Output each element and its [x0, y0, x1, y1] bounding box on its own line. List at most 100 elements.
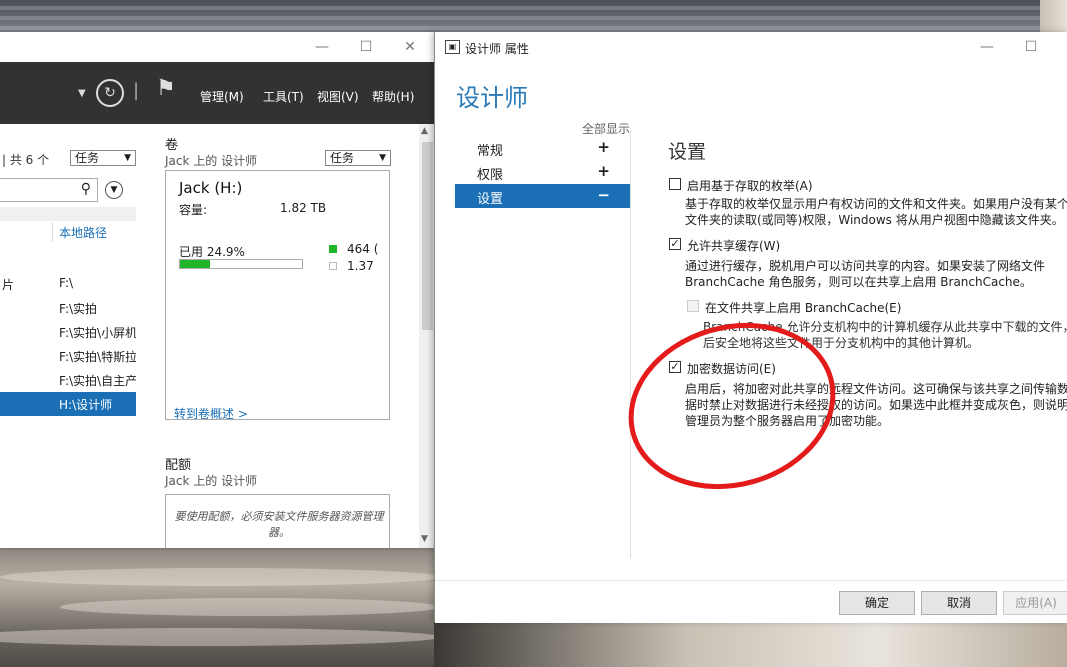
table-row-selected[interactable]: H:\设计师	[0, 392, 136, 416]
menu-view[interactable]: 视图(V)	[317, 88, 359, 105]
share-path: F:\实拍\自主产	[59, 374, 136, 388]
nav-item-settings[interactable]: 设置 −	[455, 184, 630, 208]
used-legend-swatch	[329, 245, 337, 253]
nav-item-general[interactable]: 常规 +	[455, 136, 630, 160]
menu-help[interactable]: 帮助(H)	[372, 88, 414, 105]
ok-button[interactable]: 确定	[839, 591, 915, 615]
quota-message: 要使用配额，必须安装文件服务器资源管理器。	[174, 510, 384, 539]
option-description: 文件夹的读取(或同等)权限，Windows 将从用户视图中隐藏该文件夹。	[685, 213, 1064, 227]
volume-panel: 卷 Jack 上的 设计师 任务 ▼ Jack (H:) 容量: 1.82 TB…	[165, 124, 420, 548]
minimize-button[interactable]: —	[977, 38, 997, 56]
table-row[interactable]: F:\实拍\自主产	[0, 368, 136, 392]
column-header-local-path[interactable]: 本地路径	[59, 224, 107, 241]
desktop-background-top	[0, 0, 1067, 36]
dialog-titlebar: ▣ 设计师 属性 — ☐	[435, 32, 1067, 62]
server-manager-window: — ☐ ✕ ▼ ↻ | ⚑ 管理(M) 工具(T) 视图(V) 帮助(H) | …	[0, 32, 436, 548]
branchcache-checkbox[interactable]	[687, 300, 699, 312]
used-percent-label: 已用 24.9%	[179, 245, 245, 259]
close-button[interactable]: ✕	[400, 38, 420, 56]
expand-options-icon[interactable]: ▼	[105, 181, 123, 199]
menu-manage[interactable]: 管理(M)	[200, 88, 244, 105]
shares-panel: | 共 6 个 任务 ▼ ⚲ ▼ 本地路径 片 F:\ F:\实拍 F:\实拍\…	[0, 124, 136, 548]
maximize-button[interactable]: ☐	[1021, 38, 1041, 56]
table-row[interactable]: F:\实拍	[0, 296, 136, 320]
free-legend-swatch	[329, 262, 337, 270]
share-path: F:\实拍	[59, 302, 98, 316]
share-path: F:\实拍\特斯拉	[59, 350, 136, 364]
volume-tasks-label: 任务	[330, 151, 355, 165]
volume-tasks-button[interactable]: 任务 ▼	[325, 150, 391, 166]
shares-header-bar	[0, 207, 136, 221]
nav-item-permissions[interactable]: 权限 +	[455, 160, 630, 184]
free-legend-value: 1.37	[347, 259, 374, 273]
shares-tasks-label: 任务	[75, 151, 100, 165]
server-manager-titlebar: — ☐ ✕	[0, 32, 436, 62]
settings-title: 设置	[668, 141, 707, 163]
option-description: 基于存取的枚举仅显示用户有权访问的文件和文件夹。如果用户没有某个	[685, 197, 1067, 211]
share-properties-dialog: ▣ 设计师 属性 — ☐ 设计师 全部显示 常规 + 权限 + 设置 − 设置 …	[434, 32, 1067, 623]
expand-plus-icon: +	[597, 138, 610, 156]
chevron-down-icon: ▼	[379, 153, 386, 163]
shares-filter-input[interactable]: ⚲	[0, 178, 98, 202]
search-icon: ⚲	[80, 181, 91, 197]
server-manager-toolbar: ▼ ↻ | ⚑ 管理(M) 工具(T) 视图(V) 帮助(H)	[0, 62, 436, 124]
scrollbar-thumb[interactable]	[422, 142, 433, 330]
server-app-icon: ▣	[445, 40, 460, 54]
nav-divider	[630, 130, 631, 558]
expand-plus-icon: +	[597, 162, 610, 180]
table-row[interactable]: 片 F:\	[0, 272, 136, 296]
volume-section-title: 卷	[165, 138, 179, 153]
quota-section-title: 配额	[165, 458, 192, 473]
usage-bar-fill	[180, 260, 211, 268]
dialog-heading: 设计师	[456, 84, 528, 112]
show-all-link[interactable]: 全部显示	[582, 120, 630, 137]
scroll-down-icon[interactable]: ▼	[421, 534, 428, 544]
allow-caching-checkbox[interactable]: ✓	[669, 238, 681, 250]
used-legend-value: 464 (	[347, 242, 379, 256]
nav-item-label: 常规	[477, 144, 504, 159]
access-based-enumeration-checkbox[interactable]	[669, 178, 681, 190]
share-path: F:\实拍\小屏机	[59, 326, 136, 340]
collapse-minus-icon: −	[597, 186, 610, 204]
menu-tools[interactable]: 工具(T)	[263, 88, 304, 105]
volume-card: Jack (H:) 容量: 1.82 TB 已用 24.9% 464 ( 1.3…	[165, 170, 390, 422]
notifications-flag-icon[interactable]: ⚑	[156, 76, 176, 101]
maximize-button[interactable]: ☐	[356, 38, 376, 56]
desktop-background-bottom	[0, 548, 440, 667]
column-divider	[52, 222, 53, 242]
option-description: BranchCache 角色服务，则可以在共享上启用 BranchCache。	[685, 275, 1032, 289]
usage-bar	[179, 259, 303, 269]
dialog-button-bar: 确定 取消 应用(A)	[435, 580, 1067, 623]
dialog-title: 设计师 属性	[465, 42, 529, 56]
nav-item-label: 设置	[477, 192, 504, 207]
nav-item-label: 权限	[477, 168, 504, 183]
toolbar-separator: |	[133, 80, 140, 101]
apply-button[interactable]: 应用(A)	[1003, 591, 1067, 615]
cancel-button[interactable]: 取消	[921, 591, 997, 615]
share-name: 片	[2, 278, 15, 292]
volume-section-subtitle: Jack 上的 设计师	[165, 154, 258, 168]
chevron-down-icon[interactable]: ▼	[78, 88, 86, 99]
capacity-label: 容量:	[179, 203, 208, 217]
go-to-volume-overview-link[interactable]: 转到卷概述 >	[174, 405, 248, 422]
checkbox-label: 允许共享缓存(W)	[687, 239, 781, 253]
capacity-value: 1.82 TB	[280, 201, 327, 215]
quota-section-subtitle: Jack 上的 设计师	[165, 474, 258, 488]
server-manager-content: | 共 6 个 任务 ▼ ⚲ ▼ 本地路径 片 F:\ F:\实拍 F:\实拍\…	[0, 124, 436, 548]
share-path: H:\设计师	[59, 398, 113, 412]
minimize-button[interactable]: —	[312, 38, 332, 56]
quota-card: 要使用配额，必须安装文件服务器资源管理器。	[165, 494, 390, 548]
share-path: F:\	[59, 276, 74, 290]
refresh-icon[interactable]: ↻	[96, 79, 124, 107]
checkbox-label: 启用基于存取的枚举(A)	[687, 179, 813, 193]
volume-name: Jack (H:)	[179, 179, 243, 197]
shares-tasks-button[interactable]: 任务 ▼	[70, 150, 136, 166]
checkbox-label: 在文件共享上启用 BranchCache(E)	[705, 301, 902, 315]
chevron-down-icon: ▼	[124, 153, 131, 163]
desktop-background-strip	[434, 622, 1067, 667]
shares-count: | 共 6 个	[2, 153, 50, 167]
scroll-up-icon[interactable]: ▲	[421, 126, 428, 136]
table-row[interactable]: F:\实拍\特斯拉	[0, 344, 136, 368]
option-description: 通过进行缓存，脱机用户可以访问共享的内容。如果安装了网络文件	[685, 259, 1046, 273]
table-row[interactable]: F:\实拍\小屏机	[0, 320, 136, 344]
